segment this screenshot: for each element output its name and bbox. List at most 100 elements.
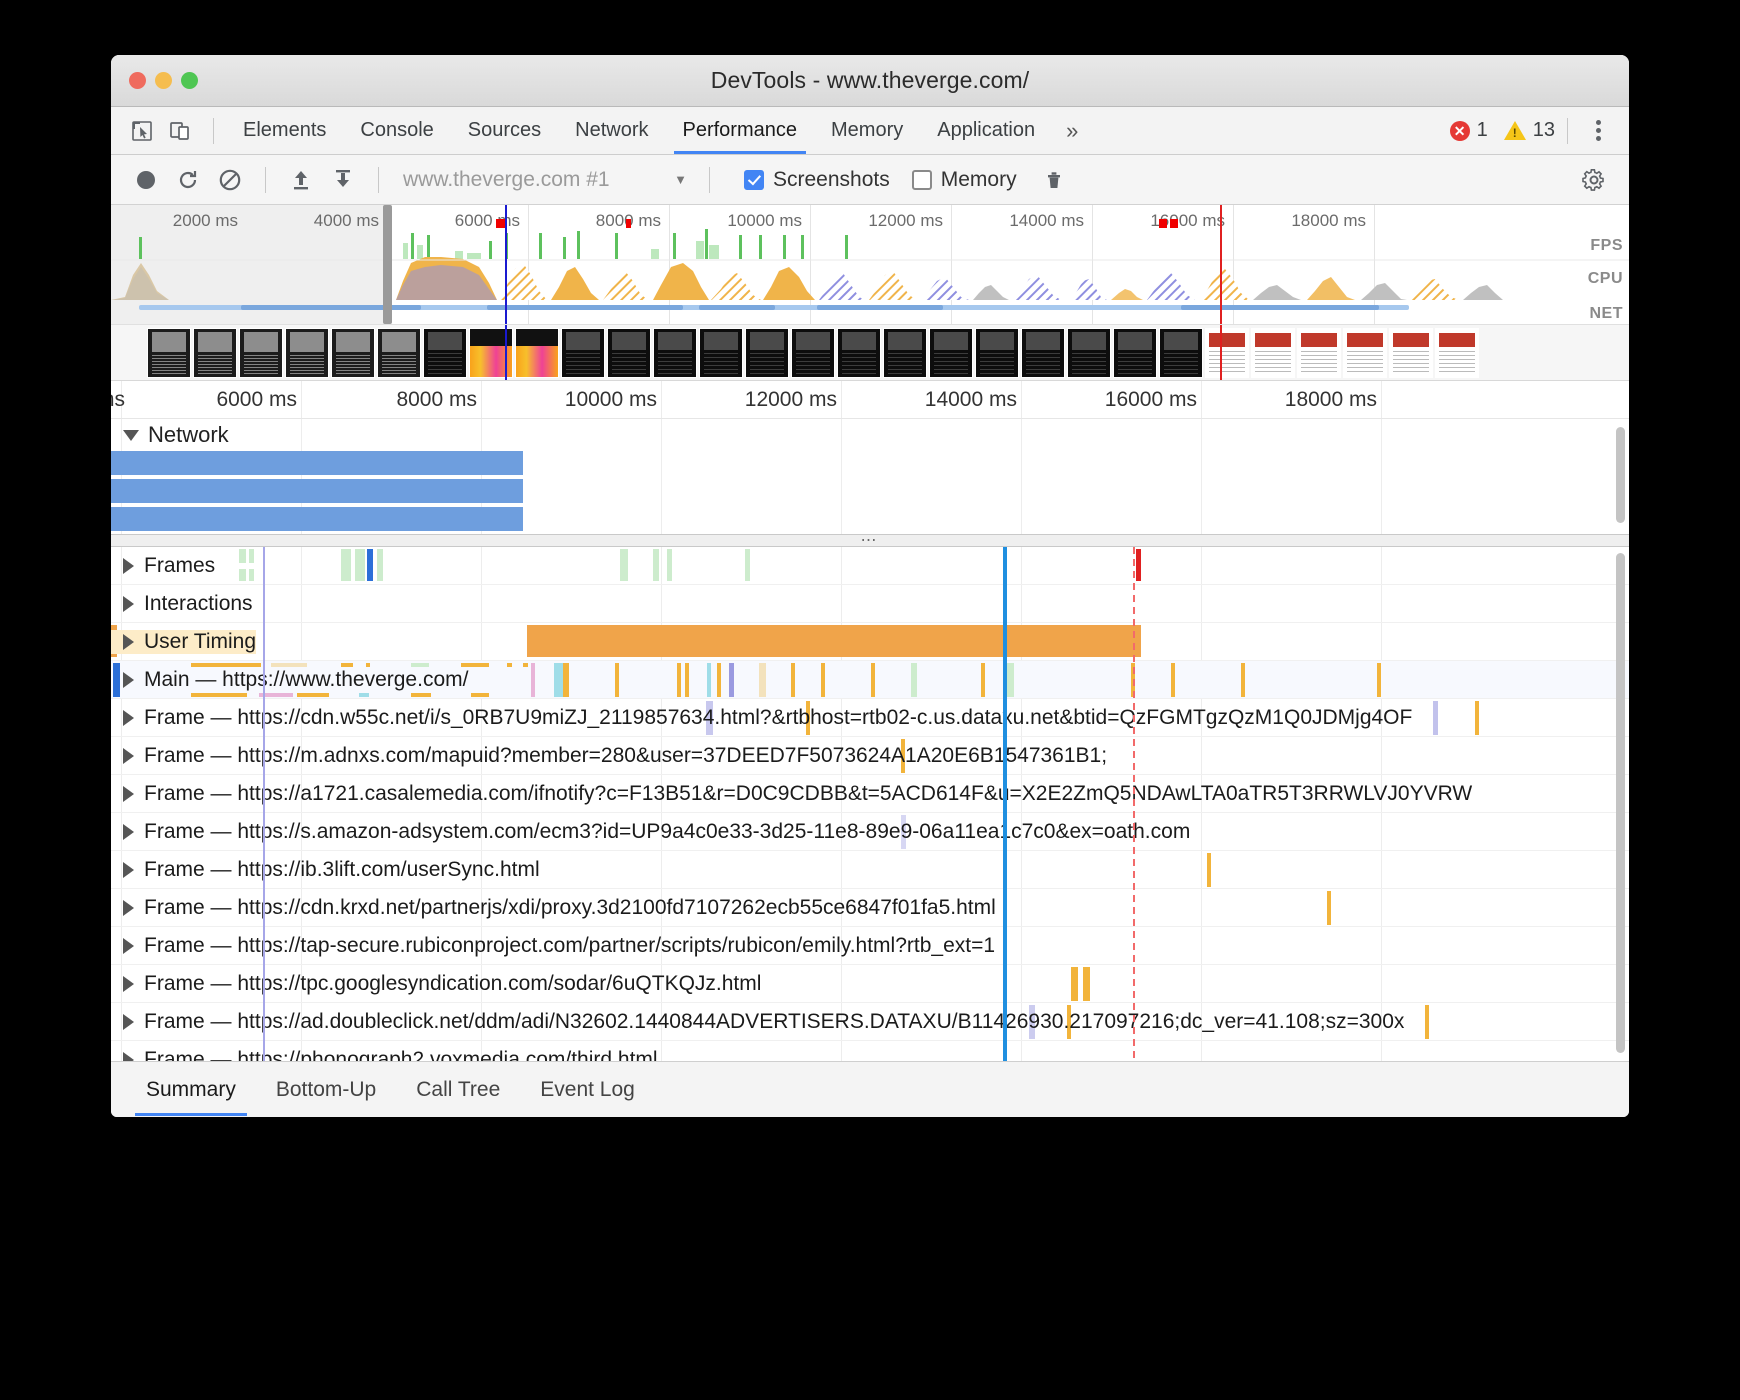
frame-event[interactable] (745, 549, 750, 581)
frame-event-dropped[interactable] (1136, 549, 1141, 581)
filmstrip-frame[interactable] (607, 328, 651, 378)
filmstrip[interactable] (111, 325, 1629, 381)
more-tabs-icon[interactable]: » (1052, 118, 1090, 144)
tab-elements[interactable]: Elements (226, 115, 343, 146)
track-row-frames[interactable]: Frames (111, 547, 1629, 585)
tab-application[interactable]: Application (920, 115, 1052, 146)
track-row-frame[interactable]: Frame — https://tpc.googlesyndication.co… (111, 965, 1629, 1003)
frame-row-header[interactable]: Frame — https://tpc.googlesyndication.co… (111, 972, 761, 996)
track-row-frame[interactable]: Frame — https://phonograph2.voxmedia.com… (111, 1041, 1629, 1061)
frame-event[interactable] (377, 549, 383, 581)
filmstrip-frame[interactable] (561, 328, 605, 378)
delete-icon[interactable] (1035, 161, 1073, 199)
main-event[interactable] (911, 663, 917, 697)
filmstrip-frame[interactable] (423, 328, 467, 378)
chevron-right-icon[interactable] (123, 786, 134, 802)
warning-badge[interactable]: 13 (1504, 119, 1555, 142)
network-track-header[interactable]: Network (123, 422, 229, 448)
filmstrip-frame[interactable] (1205, 328, 1249, 378)
frame-row-header[interactable]: Frame — https://m.adnxs.com/mapuid?membe… (111, 744, 1107, 768)
chevron-right-icon[interactable] (123, 976, 134, 992)
main-event[interactable] (297, 693, 329, 697)
chevron-right-icon[interactable] (123, 938, 134, 954)
main-event[interactable] (366, 663, 370, 667)
frame-row-header[interactable]: Frame — https://ad.doubleclick.net/ddm/a… (111, 1010, 1404, 1034)
track-row-interactions[interactable]: Interactions (111, 585, 1629, 623)
frame-sub-event[interactable] (1433, 701, 1438, 735)
frame-sub-event[interactable] (1475, 701, 1479, 735)
frame-event[interactable] (249, 569, 254, 581)
network-track[interactable]: Network (111, 419, 1629, 534)
load-profile-icon[interactable] (282, 161, 320, 199)
main-event[interactable] (1007, 663, 1014, 697)
gear-icon[interactable] (1575, 161, 1613, 199)
screenshots-checkbox[interactable]: Screenshots (744, 168, 890, 192)
overview-window-handle-left[interactable] (383, 205, 392, 324)
main-event[interactable] (191, 663, 261, 667)
track-row-frame[interactable]: Frame — https://cdn.krxd.net/partnerjs/x… (111, 889, 1629, 927)
filmstrip-frame[interactable] (1389, 328, 1433, 378)
chevron-right-icon[interactable] (123, 1052, 134, 1061)
main-event[interactable] (677, 663, 681, 697)
track-row-frame[interactable]: Frame — https://a1721.casalemedia.com/if… (111, 775, 1629, 813)
reload-record-icon[interactable] (169, 161, 207, 199)
frame-event[interactable] (653, 549, 659, 581)
inspect-element-icon[interactable] (125, 114, 159, 148)
network-request-bar[interactable] (111, 451, 523, 475)
filmstrip-frame[interactable] (377, 328, 421, 378)
chevron-down-icon[interactable] (123, 430, 139, 441)
filmstrip-frame[interactable] (1251, 328, 1295, 378)
filmstrip-frame[interactable] (515, 328, 559, 378)
chevron-right-icon[interactable] (123, 748, 134, 764)
profile-selector[interactable]: www.theverge.com #1 ▼ (403, 168, 693, 192)
main-event[interactable] (717, 663, 721, 697)
frame-sub-event[interactable] (1071, 967, 1078, 1001)
main-event[interactable] (191, 693, 247, 697)
chevron-right-icon[interactable] (123, 1014, 134, 1030)
main-event[interactable] (821, 663, 825, 697)
filmstrip-frame[interactable] (239, 328, 283, 378)
track-row-frame[interactable]: Frame — https://s.amazon-adsystem.com/ec… (111, 813, 1629, 851)
filmstrip-frame[interactable] (1159, 328, 1203, 378)
main-event[interactable] (461, 663, 489, 667)
main-row-header[interactable]: Main — https://www.theverge.com/ (111, 668, 468, 692)
main-event[interactable] (341, 663, 353, 667)
tab-console[interactable]: Console (343, 115, 450, 146)
tab-call-tree[interactable]: Call Tree (399, 1064, 517, 1116)
chevron-right-icon[interactable] (123, 710, 134, 726)
filmstrip-frame[interactable] (653, 328, 697, 378)
tab-bottom-up[interactable]: Bottom-Up (259, 1064, 393, 1116)
frame-row-header[interactable]: Frame — https://s.amazon-adsystem.com/ec… (111, 820, 1190, 844)
chevron-right-icon[interactable] (123, 634, 134, 650)
save-profile-icon[interactable] (324, 161, 362, 199)
filmstrip-frame[interactable] (285, 328, 329, 378)
filmstrip-frame[interactable] (1297, 328, 1341, 378)
frame-event[interactable] (355, 549, 365, 581)
frame-event[interactable] (620, 549, 628, 581)
track-row-frame[interactable]: Frame — https://m.adnxs.com/mapuid?membe… (111, 737, 1629, 775)
frame-event[interactable] (239, 569, 246, 581)
network-request-bar[interactable] (111, 479, 523, 503)
filmstrip-frame[interactable] (929, 328, 973, 378)
main-event[interactable] (1377, 663, 1381, 697)
main-event[interactable] (554, 663, 563, 697)
memory-checkbox[interactable]: Memory (912, 168, 1017, 192)
chevron-right-icon[interactable] (123, 900, 134, 916)
filmstrip-frame[interactable] (331, 328, 375, 378)
filmstrip-frame[interactable] (883, 328, 927, 378)
pane-resize-handle[interactable]: ⋯ (111, 534, 1629, 547)
tab-summary[interactable]: Summary (129, 1064, 253, 1116)
track-row-frame[interactable]: Frame — https://ib.3lift.com/userSync.ht… (111, 851, 1629, 889)
clear-recording-icon[interactable] (211, 161, 249, 199)
main-event[interactable] (791, 663, 795, 697)
frame-sub-event[interactable] (1083, 967, 1090, 1001)
track-row-frame[interactable]: Frame — https://tap-secure.rubiconprojec… (111, 927, 1629, 965)
frame-event-selected[interactable] (367, 549, 373, 581)
chevron-right-icon[interactable] (123, 596, 134, 612)
device-toolbar-icon[interactable] (163, 114, 197, 148)
user-timing-row-header[interactable]: User Timing (111, 630, 256, 654)
timeline-overview[interactable]: 2000 ms 4000 ms 6000 ms 8000 ms 10000 ms… (111, 205, 1629, 325)
main-event[interactable] (507, 663, 512, 667)
tab-network[interactable]: Network (558, 115, 665, 146)
filmstrip-frame[interactable] (837, 328, 881, 378)
